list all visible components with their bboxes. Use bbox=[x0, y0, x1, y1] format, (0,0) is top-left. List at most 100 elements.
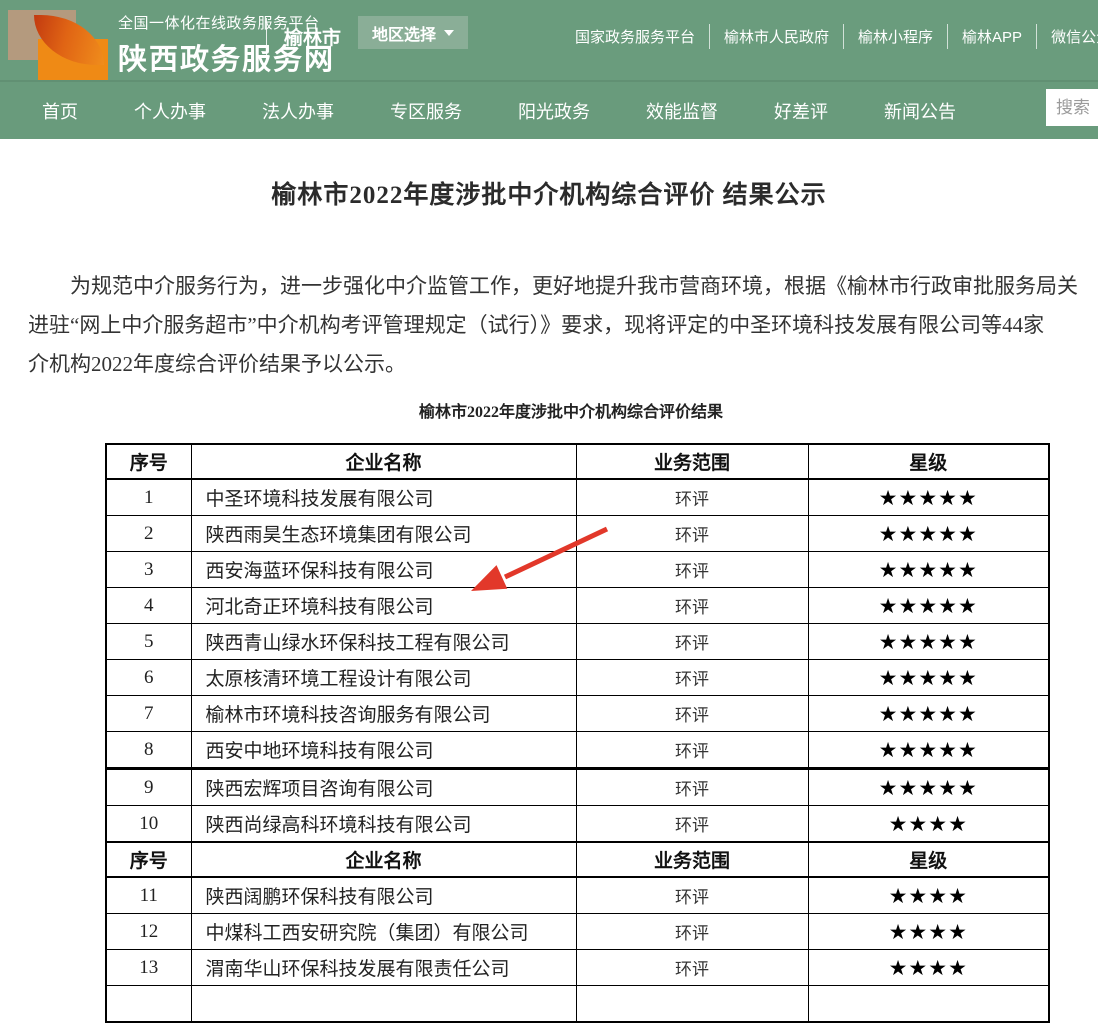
row-no: 9 bbox=[106, 769, 191, 806]
star-rating: ★★★★ bbox=[808, 877, 1049, 914]
business-scope: 环评 bbox=[576, 769, 808, 806]
table-caption: 榆林市2022年度涉批中介机构综合评价结果 bbox=[22, 398, 1098, 422]
search-input[interactable] bbox=[1046, 89, 1098, 126]
business-scope: 环评 bbox=[576, 732, 808, 769]
nav-item-home[interactable]: 首页 bbox=[42, 98, 78, 124]
paragraph-line: 介机构2022年度综合评价结果予以公示。 bbox=[28, 345, 1098, 384]
star-rating: ★★★★★ bbox=[808, 732, 1049, 769]
page-title: 榆林市2022年度涉批中介机构综合评价 结果公示 bbox=[0, 175, 1098, 211]
table-header-row: 序号 企业名称 业务范围 星级 bbox=[106, 444, 1049, 479]
row-no: 2 bbox=[106, 516, 191, 552]
company-name: 陕西尚绿高科环境科技有限公司 bbox=[191, 806, 576, 843]
table-row: 6 太原核清环境工程设计有限公司 环评 ★★★★★ bbox=[106, 660, 1049, 696]
company-name: 陕西雨昊生态环境集团有限公司 bbox=[191, 516, 576, 552]
business-scope: 环评 bbox=[576, 479, 808, 516]
notice-article: 榆林市2022年度涉批中介机构综合评价 结果公示 为规范中介服务行为，进一步强化… bbox=[0, 175, 1098, 1023]
current-city-label: 榆林市 bbox=[284, 23, 341, 50]
star-rating: ★★★★★ bbox=[808, 624, 1049, 660]
business-scope: 环评 bbox=[576, 914, 808, 950]
col-header-scope: 业务范围 bbox=[576, 842, 808, 877]
main-nav: 首页 个人办事 法人办事 专区服务 阳光政务 效能监督 好差评 新闻公告 bbox=[0, 80, 1098, 139]
row-no: 4 bbox=[106, 588, 191, 624]
link-yulin-app[interactable]: 榆林APP bbox=[948, 24, 1037, 49]
table-row: 13 渭南华山环保科技发展有限责任公司 环评 ★★★★ bbox=[106, 950, 1049, 986]
star-rating: ★★★★★ bbox=[808, 516, 1049, 552]
company-name: 西安海蓝环保科技有限公司 bbox=[191, 552, 576, 588]
star-rating: ★★★★★ bbox=[808, 696, 1049, 732]
region-select-button[interactable]: 地区选择 bbox=[358, 16, 468, 49]
row-no: 5 bbox=[106, 624, 191, 660]
table-row: 1 中圣环境科技发展有限公司 环评 ★★★★★ bbox=[106, 479, 1049, 516]
company-name: 陕西阔鹏环保科技有限公司 bbox=[191, 877, 576, 914]
star-rating: ★★★★★ bbox=[808, 660, 1049, 696]
row-no: 1 bbox=[106, 479, 191, 516]
star-rating: ★★★★★ bbox=[808, 588, 1049, 624]
table-row: 11 陕西阔鹏环保科技有限公司 环评 ★★★★ bbox=[106, 877, 1049, 914]
table-row: 3 西安海蓝环保科技有限公司 环评 ★★★★★ bbox=[106, 552, 1049, 588]
company-name: 中煤科工西安研究院（集团）有限公司 bbox=[191, 914, 576, 950]
nav-item-personal[interactable]: 个人办事 bbox=[134, 98, 206, 124]
row-no: 11 bbox=[106, 877, 191, 914]
company-name: 榆林市环境科技咨询服务有限公司 bbox=[191, 696, 576, 732]
link-wechat-official[interactable]: 微信公众号 bbox=[1037, 24, 1098, 49]
business-scope: 环评 bbox=[576, 877, 808, 914]
paragraph-line: 为规范中介服务行为，进一步强化中介监管工作，更好地提升我市营商环境，根据《榆林市… bbox=[28, 267, 1098, 306]
business-scope: 环评 bbox=[576, 588, 808, 624]
star-rating: ★★★★★ bbox=[808, 769, 1049, 806]
table-header-row-repeat: 序号 企业名称 业务范围 星级 bbox=[106, 842, 1049, 877]
row-no: 8 bbox=[106, 732, 191, 769]
table-row: 4 河北奇正环境科技有限公司 环评 ★★★★★ bbox=[106, 588, 1049, 624]
star-rating: ★★★★★ bbox=[808, 552, 1049, 588]
table-row: 5 陕西青山绿水环保科技工程有限公司 环评 ★★★★★ bbox=[106, 624, 1049, 660]
company-name: 西安中地环境科技有限公司 bbox=[191, 732, 576, 769]
row-no: 7 bbox=[106, 696, 191, 732]
region-select-label: 地区选择 bbox=[372, 21, 436, 45]
company-name: 渭南华山环保科技发展有限责任公司 bbox=[191, 950, 576, 986]
row-no: 3 bbox=[106, 552, 191, 588]
star-rating: ★★★★ bbox=[808, 806, 1049, 843]
row-no: 12 bbox=[106, 914, 191, 950]
table-row: 10 陕西尚绿高科环境科技有限公司 环评 ★★★★ bbox=[106, 806, 1049, 843]
col-header-stars: 星级 bbox=[808, 444, 1049, 479]
row-no: 10 bbox=[106, 806, 191, 843]
col-header-company: 企业名称 bbox=[191, 444, 576, 479]
col-header-scope: 业务范围 bbox=[576, 444, 808, 479]
business-scope: 环评 bbox=[576, 552, 808, 588]
nav-item-open-government[interactable]: 阳光政务 bbox=[518, 98, 590, 124]
nav-item-efficiency-supervision[interactable]: 效能监督 bbox=[646, 98, 718, 124]
table-row: 2 陕西雨昊生态环境集团有限公司 环评 ★★★★★ bbox=[106, 516, 1049, 552]
col-header-stars: 星级 bbox=[808, 842, 1049, 877]
nav-item-rating[interactable]: 好差评 bbox=[774, 98, 828, 124]
header-divider bbox=[266, 18, 267, 60]
notice-paragraph: 为规范中介服务行为，进一步强化中介监管工作，更好地提升我市营商环境，根据《榆林市… bbox=[28, 267, 1098, 384]
col-header-no: 序号 bbox=[106, 444, 191, 479]
paragraph-line: 进驻“网上中介服务超市”中介机构考评管理规定（试行）》要求，现将评定的中圣环境科… bbox=[28, 306, 1098, 345]
site-header: 全国一体化在线政务服务平台 陕西政务服务网 榆林市 地区选择 国家政务服务平台 … bbox=[0, 0, 1098, 80]
col-header-company: 企业名称 bbox=[191, 842, 576, 877]
nav-item-news[interactable]: 新闻公告 bbox=[884, 98, 956, 124]
table-row: 8 西安中地环境科技有限公司 环评 ★★★★★ bbox=[106, 732, 1049, 769]
link-yulin-miniprogram[interactable]: 榆林小程序 bbox=[844, 24, 948, 49]
business-scope: 环评 bbox=[576, 660, 808, 696]
star-rating: ★★★★★ bbox=[808, 479, 1049, 516]
link-national-platform[interactable]: 国家政务服务平台 bbox=[561, 24, 710, 49]
company-name: 陕西宏辉项目咨询有限公司 bbox=[191, 769, 576, 806]
nav-item-zone-services[interactable]: 专区服务 bbox=[390, 98, 462, 124]
header-links: 国家政务服务平台 榆林市人民政府 榆林小程序 榆林APP 微信公众号 注册 bbox=[561, 24, 1098, 49]
business-scope: 环评 bbox=[576, 806, 808, 843]
evaluation-results-table: 序号 企业名称 业务范围 星级 1 中圣环境科技发展有限公司 环评 ★★★★★ … bbox=[105, 443, 1050, 1023]
nav-item-legal-person[interactable]: 法人办事 bbox=[262, 98, 334, 124]
company-name: 陕西青山绿水环保科技工程有限公司 bbox=[191, 624, 576, 660]
business-scope: 环评 bbox=[576, 516, 808, 552]
company-name: 河北奇正环境科技有限公司 bbox=[191, 588, 576, 624]
table-row: 9 陕西宏辉项目咨询有限公司 环评 ★★★★★ bbox=[106, 769, 1049, 806]
caret-down-icon bbox=[444, 30, 454, 36]
row-no: 13 bbox=[106, 950, 191, 986]
table-row: 7 榆林市环境科技咨询服务有限公司 环评 ★★★★★ bbox=[106, 696, 1049, 732]
business-scope: 环评 bbox=[576, 950, 808, 986]
star-rating: ★★★★ bbox=[808, 950, 1049, 986]
col-header-no: 序号 bbox=[106, 842, 191, 877]
row-no: 6 bbox=[106, 660, 191, 696]
business-scope: 环评 bbox=[576, 624, 808, 660]
link-yulin-government[interactable]: 榆林市人民政府 bbox=[710, 24, 844, 49]
